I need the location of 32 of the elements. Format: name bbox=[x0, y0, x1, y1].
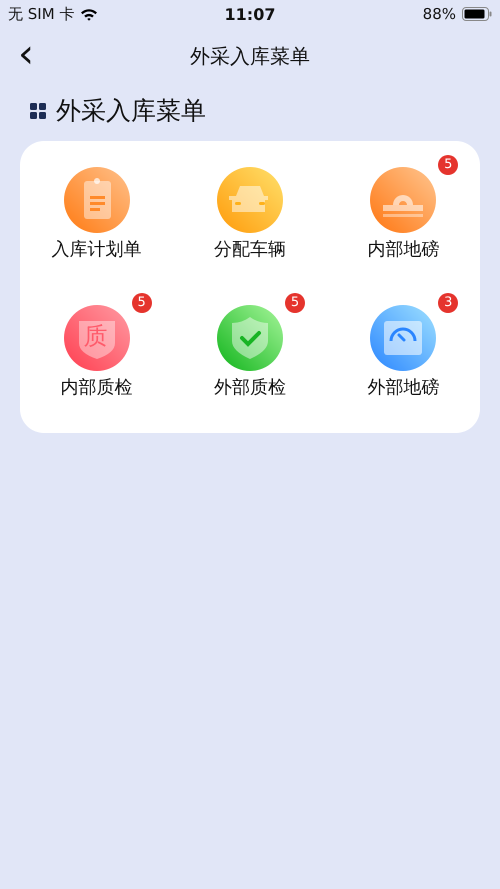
battery-icon bbox=[462, 7, 492, 21]
menu-label: 内部地磅 bbox=[367, 238, 440, 262]
grid-icon bbox=[30, 102, 46, 118]
icon-glyph: 质 bbox=[84, 323, 108, 349]
menu-label: 分配车辆 bbox=[214, 238, 286, 262]
gauge-icon bbox=[370, 305, 436, 371]
wifi-icon bbox=[80, 8, 98, 20]
clipboard-icon bbox=[64, 167, 130, 233]
menu-item[interactable]: 5 内部地磅 bbox=[326, 153, 480, 263]
clock-time: 11:07 bbox=[224, 4, 276, 24]
battery-percent: 88% bbox=[422, 5, 456, 23]
count-badge: 5 bbox=[438, 155, 458, 175]
menu-item[interactable]: 质 5 内部质检 bbox=[20, 291, 174, 401]
menu-label: 外部地磅 bbox=[367, 376, 440, 400]
shield-check-icon bbox=[216, 305, 283, 371]
menu-item[interactable]: 分配车辆 bbox=[173, 153, 327, 263]
count-badge: 5 bbox=[284, 293, 305, 313]
shield-icon bbox=[64, 305, 130, 371]
scale-icon bbox=[370, 167, 436, 233]
menu-label: 入库计划单 bbox=[52, 238, 142, 262]
back-button[interactable]: ‹ bbox=[12, 36, 40, 72]
menu-item[interactable]: 入库计划单 bbox=[20, 153, 174, 263]
count-badge: 5 bbox=[132, 293, 152, 313]
menu-item[interactable]: 5 外部质检 bbox=[173, 291, 327, 401]
page-title: 外采入库菜单 bbox=[190, 42, 310, 70]
carrier-text: 无 SIM 卡 bbox=[8, 4, 74, 24]
section-title: 外采入库菜单 bbox=[56, 95, 206, 127]
count-badge: 3 bbox=[438, 293, 458, 313]
menu-label: 外部质检 bbox=[214, 376, 286, 400]
car-icon bbox=[216, 167, 283, 233]
menu-item[interactable]: 3 外部地磅 bbox=[326, 291, 480, 401]
menu-label: 内部质检 bbox=[60, 376, 133, 400]
